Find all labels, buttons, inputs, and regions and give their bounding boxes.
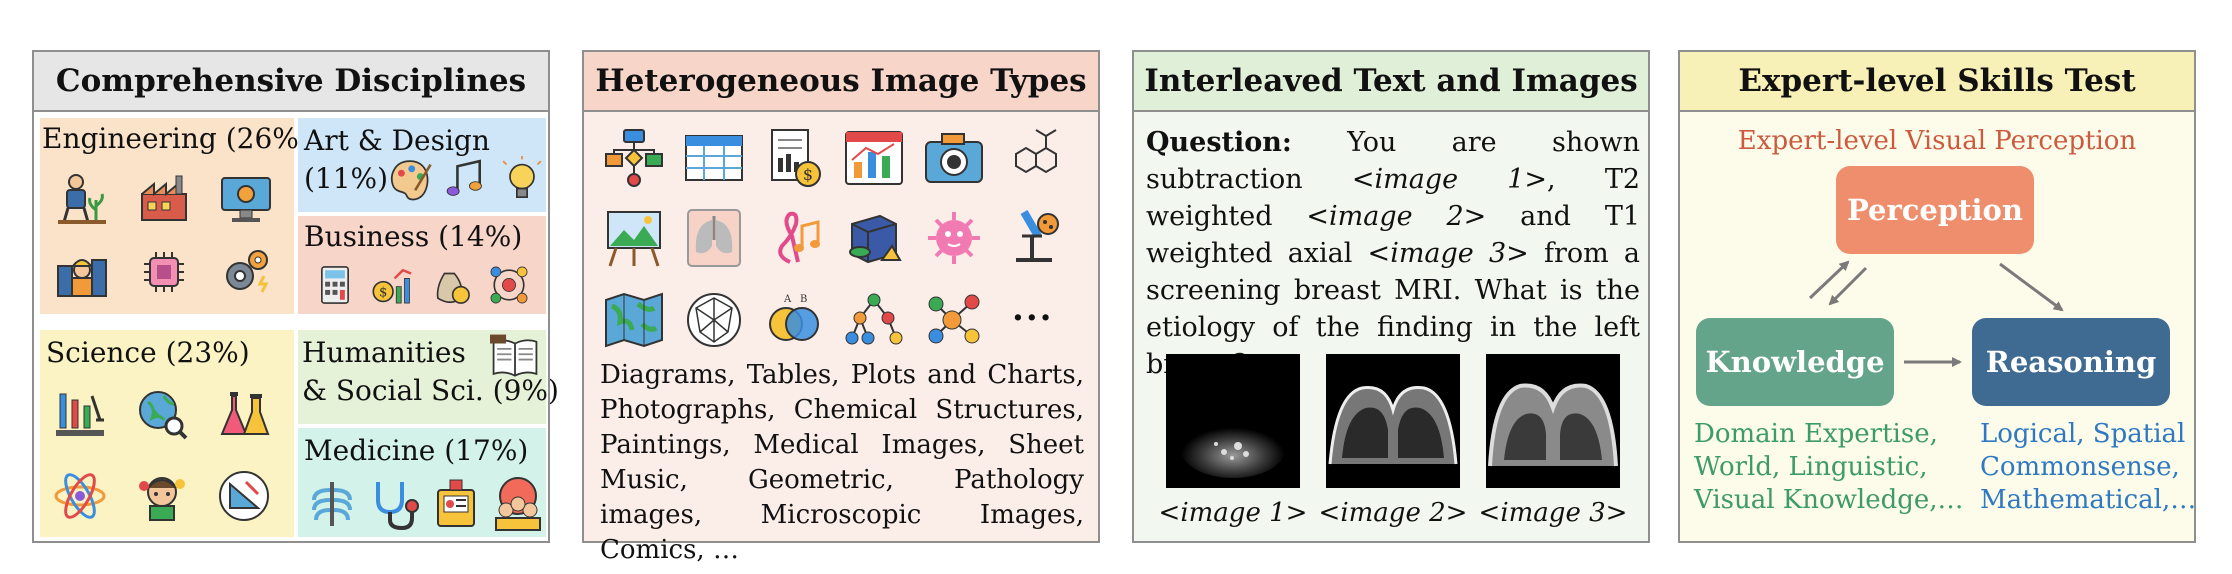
gears-icon (218, 244, 274, 300)
lung-xray-icon (682, 206, 746, 270)
humanities-cell: Humanities & Social Sci. (9%) (298, 330, 559, 424)
stethoscope-icon (366, 476, 422, 532)
map-icon (602, 288, 666, 352)
bar-chart-window-icon (842, 126, 906, 190)
flask-icon (216, 386, 272, 442)
science-label: Science (23%) (46, 336, 250, 369)
factory-icon (136, 170, 192, 226)
flowchart-icon (602, 126, 666, 190)
reasoning-desc-line-3: Mathematical,… (1980, 485, 2197, 515)
worker-plant-icon (54, 170, 110, 226)
svg-text:$: $ (803, 165, 813, 184)
sheet-music-icon (762, 206, 826, 270)
pathogen-icon (922, 206, 986, 270)
medicine-cell: Medicine (17%) (298, 428, 546, 537)
business-label: Business (14%) (304, 220, 523, 253)
mri-image-1 (1166, 354, 1300, 488)
construction-worker-icon (54, 244, 110, 300)
thinking-person-icon (134, 468, 190, 524)
financial-report-icon: $ (762, 126, 826, 190)
interleaved-title: Interleaved Text and Images (1134, 52, 1648, 112)
engineering-cell: Engineering (26%) (40, 118, 310, 314)
palette-icon (386, 156, 434, 204)
reasoning-desc-line-1: Logical, Spatial (1980, 419, 2186, 449)
music-notes-icon (442, 156, 490, 204)
chip-icon (136, 244, 192, 300)
microscope-lab-icon (52, 386, 108, 442)
humanities-label-2: & Social Sci. (9%) (302, 374, 559, 407)
mri-caption-3: <image 3> (1478, 498, 1628, 528)
svg-text:$: $ (379, 286, 387, 301)
business-cell: Business (14%) $ (298, 216, 546, 314)
venn-diagram-icon: AB (762, 288, 826, 352)
globe-search-icon (134, 386, 190, 442)
medical-record-icon (428, 476, 484, 532)
humanities-label-1: Humanities (302, 336, 466, 369)
disciplines-title: Comprehensive Disciplines (34, 52, 548, 112)
mri-image-3 (1486, 354, 1620, 488)
computer-design-icon (218, 170, 274, 226)
image-2-token: image 2 (1329, 201, 1464, 232)
image-types-title: Heterogeneous Image Types (584, 52, 1098, 112)
chemical-structure-icon (1002, 126, 1066, 190)
more-types-ellipsis: ··· (1012, 298, 1054, 338)
art-design-label-1: Art & Design (304, 124, 490, 157)
lightbulb-icon (498, 156, 546, 204)
disciplines-panel: Comprehensive Disciplines Engineering (2… (32, 50, 559, 543)
mri-image-2 (1326, 354, 1460, 488)
svg-text:A: A (783, 294, 792, 305)
network-globe-icon (682, 288, 746, 352)
mri-caption-2: <image 2> (1318, 498, 1468, 528)
interleaved-panel: Interleaved Text and Images Question: Yo… (1132, 50, 1650, 543)
reasoning-desc-line-2: Commonsense, (1980, 452, 2180, 482)
image-1-token: image 1 (1374, 164, 1525, 195)
svg-text:B: B (800, 294, 807, 305)
knowledge-desc-line-3: Visual Knowledge,… (1694, 485, 1964, 515)
art-design-cell: Art & Design (11%) (298, 118, 546, 212)
ribcage-icon (304, 476, 360, 532)
reasoning-description: Logical, Spatial Commonsense, Mathematic… (1980, 418, 2196, 517)
knowledge-description: Domain Expertise, World, Linguistic, Vis… (1694, 418, 1964, 517)
calculator-icon (312, 262, 358, 308)
engineering-label: Engineering (26%) (42, 122, 310, 155)
skills-panel: Expert-level Skills Test Expert-level Vi… (1678, 50, 2196, 543)
painting-easel-icon (602, 206, 666, 270)
geometry-icon (216, 468, 272, 524)
team-network-icon (486, 262, 532, 308)
question-label: Question: (1146, 127, 1292, 158)
question-text: Question: You are shown subtraction <ima… (1146, 124, 1640, 383)
open-book-icon (490, 334, 540, 378)
mri-caption-1: <image 1> (1158, 498, 1308, 528)
image-3-token: image 3 (1390, 238, 1507, 269)
geometric-shapes-icon (842, 206, 906, 270)
microscope-icon (1002, 206, 1066, 270)
science-cell: Science (23%) (40, 330, 294, 537)
perception-to-reasoning-arrow (1999, 262, 2064, 312)
camera-icon (922, 126, 986, 190)
tree-graph-icon (842, 288, 906, 352)
table-icon (682, 126, 746, 190)
image-types-panel: Heterogeneous Image Types $ AB ··· Diagr… (582, 50, 1100, 565)
money-bag-icon (428, 262, 474, 308)
money-chart-icon: $ (370, 262, 416, 308)
knowledge-desc-line-1: Domain Expertise, (1694, 419, 1938, 449)
molecule-network-icon (922, 288, 986, 352)
atom-icon (52, 468, 108, 524)
doctors-group-icon (490, 476, 546, 532)
art-design-label-2: (11%) (304, 162, 389, 195)
medicine-label: Medicine (17%) (304, 434, 529, 467)
image-types-description: Diagrams, Tables, Plots and Charts, Phot… (600, 360, 1084, 565)
knowledge-desc-line-2: World, Linguistic, (1694, 452, 1928, 482)
